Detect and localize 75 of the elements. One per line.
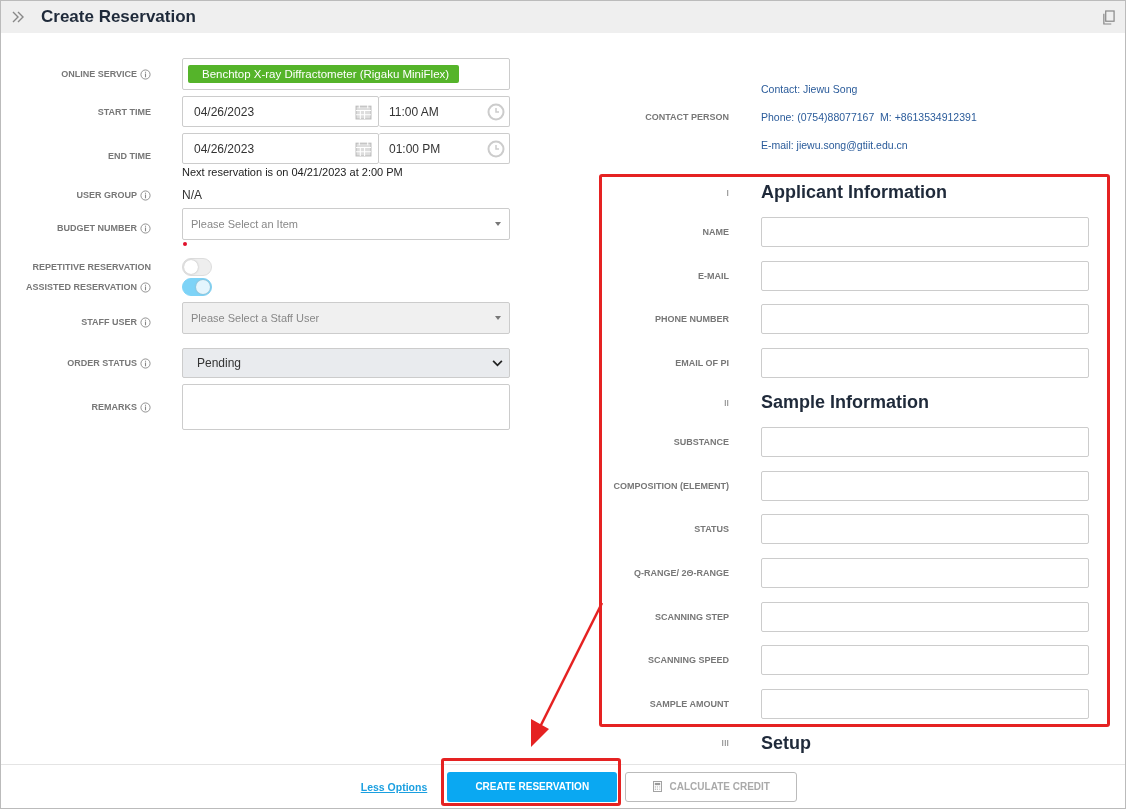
text-input[interactable] [761, 557, 1089, 588]
info-icon[interactable] [140, 222, 151, 234]
field-label: SCANNING STEP [655, 611, 729, 622]
service-tag: Benchtop X-ray Diffractometer (Rigaku MiniFlex) [188, 65, 460, 83]
info-icon[interactable] [140, 357, 151, 369]
info-icon[interactable] [140, 68, 151, 80]
field-label: SUBSTANCE [673, 437, 729, 448]
user-group-value: N/A [182, 188, 203, 202]
field-label: SAMPLE AMOUNT [649, 698, 729, 709]
section-heading: Applicant Information [761, 182, 947, 204]
field-label: USER GROUP [76, 190, 137, 200]
contact-info-text: Phone: (0754)88077167 M: +8613534912391 [761, 111, 977, 123]
text-input[interactable] [761, 304, 1089, 335]
clock-icon[interactable] [487, 102, 505, 121]
contact-info-text: E-mail: jiewu.song@gtiit.edu.cn [761, 139, 909, 151]
text-input[interactable] [761, 470, 1089, 501]
info-icon[interactable] [140, 401, 151, 413]
field-label: ONLINE SERVICE [61, 69, 137, 79]
calculate-credit-button[interactable]: CALCULATE CREDIT [625, 771, 798, 802]
service-field[interactable]: Benchtop X-ray Diffractometer (Rigaku MiniFlex) [182, 58, 510, 90]
time-field[interactable]: 01:00 PM [379, 133, 510, 164]
text-input[interactable] [761, 688, 1089, 719]
field-label: ASSISTED RESERVATION [25, 282, 137, 292]
calendar-icon[interactable] [355, 103, 372, 120]
caret-icon [495, 222, 501, 226]
field-label: SCANNING SPEED [648, 655, 729, 666]
field-label: ORDER STATUS [67, 358, 137, 368]
status-select[interactable]: Pending [182, 348, 510, 378]
caret-icon [495, 316, 501, 320]
create-reservation-button[interactable]: CREATE RESERVATION [447, 771, 618, 802]
info-icon[interactable] [140, 281, 151, 293]
calculator-icon [652, 781, 662, 792]
page-title: Create Reservation [41, 7, 196, 27]
field-label: START TIME [97, 106, 151, 117]
section-heading: Setup [761, 732, 811, 754]
field-label: STAFF USER [81, 317, 137, 327]
text-input[interactable] [761, 347, 1089, 378]
date-field[interactable]: 04/26/2023 [182, 96, 379, 127]
field-label: REMARKS [91, 402, 137, 412]
contact-info-text: Contact: Jiewu Song [761, 83, 859, 95]
toggle-switch[interactable] [182, 278, 212, 296]
text-input[interactable] [761, 514, 1089, 545]
text-input[interactable] [761, 427, 1089, 458]
field-label: EMAIL OF PI [675, 357, 729, 368]
field-label: BUDGET NUMBER [57, 223, 137, 233]
chevron-down-icon [492, 359, 503, 367]
section-heading: Sample Information [761, 392, 930, 414]
remarks-textarea[interactable] [182, 384, 510, 430]
copy-icon[interactable] [1102, 9, 1115, 25]
clock-icon[interactable] [487, 139, 505, 158]
section-number: I [726, 187, 729, 198]
field-label: E-MAIL [698, 270, 729, 281]
info-icon[interactable] [140, 189, 151, 201]
text-input[interactable] [761, 217, 1089, 248]
field-label: COMPOSITION (ELEMENT) [613, 480, 729, 491]
text-input[interactable] [761, 260, 1089, 291]
next-reservation-note: Next reservation is on 04/21/2023 at 2:00 PM [182, 166, 404, 178]
text-input[interactable] [761, 601, 1089, 632]
date-field[interactable]: 04/26/2023 [182, 133, 379, 164]
field-label: REPETITIVE RESERVATION [32, 262, 151, 272]
field-label: CONTACT PERSON [645, 112, 729, 122]
calendar-icon[interactable] [355, 140, 372, 157]
section-number: II [724, 397, 729, 408]
field-label: NAME [702, 227, 729, 238]
field-label: Q-RANGE/ 2Θ-RANGE [634, 567, 729, 578]
field-label: END TIME [108, 150, 151, 161]
section-number: III [721, 738, 729, 749]
text-input[interactable] [761, 645, 1089, 676]
double-chevron-icon[interactable] [11, 10, 25, 24]
select-field[interactable]: Please Select an Item [182, 208, 510, 240]
toggle-switch[interactable] [182, 258, 212, 276]
field-label: STATUS [694, 524, 729, 535]
less-options-link[interactable]: Less Options [360, 780, 428, 793]
field-label: PHONE NUMBER [655, 314, 729, 325]
time-field[interactable]: 11:00 AM [379, 96, 510, 127]
